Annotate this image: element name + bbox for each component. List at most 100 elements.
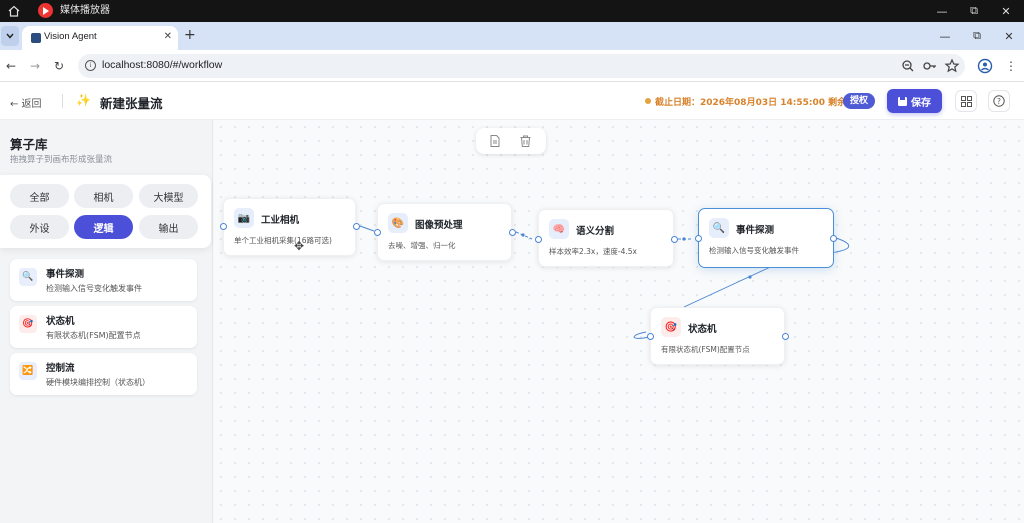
os-app-title: 媒体播放器 [60,5,110,16]
category-peripheral[interactable]: 外设 [10,215,69,239]
browser-restore-button[interactable]: ⧉ [962,28,992,44]
edge-camera-preprocess[interactable] [359,225,375,232]
browser-tab[interactable]: Vision Agent ✕ [22,26,178,50]
search-icon: 🔍 [19,268,37,286]
save-label: 保存 [911,97,931,109]
back-button[interactable]: ← 返回 [10,95,42,110]
deadline-dot-icon [645,98,651,104]
edge-event-fsm[interactable] [683,262,780,308]
site-info-icon[interactable]: i [85,60,96,71]
media-player-icon [38,3,53,18]
node-title: 事件探测 [736,225,775,236]
node-state-machine[interactable]: 🎯 状态机 有限状态机(FSM)配置节点 [647,307,789,365]
category-all[interactable]: 全部 [10,184,69,208]
search-icon: 🔍 [709,218,729,238]
operator-library: 算子库 拖拽算子到画布形成张量流 全部 相机 大模型 外设 逻辑 输出 🔍 事件… [0,120,213,523]
tab-title: Vision Agent [44,31,97,42]
operator-state-machine[interactable]: 🎯 状态机 有限状态机(FSM)配置节点 [10,306,197,348]
output-port[interactable] [671,236,678,243]
output-port[interactable] [830,235,837,242]
os-title-bar: 媒体播放器 — ⧉ ✕ [0,0,1024,22]
palette-icon: 🎨 [388,213,408,233]
url-text[interactable]: localhost:8080/#/workflow [102,59,222,71]
category-filter: 全部 相机 大模型 外设 逻辑 输出 [0,175,211,248]
camera-icon: 📷 [234,208,254,228]
operator-event-detect[interactable]: 🔍 事件探测 检测输入信号变化触发事件 [10,259,197,301]
password-key-icon[interactable] [922,58,938,74]
os-close-button[interactable]: ✕ [990,0,1022,22]
input-port[interactable] [535,236,542,243]
grid-icon [960,95,972,107]
input-port[interactable] [695,235,702,242]
help-button[interactable]: ? [988,90,1010,112]
target-icon: 🎯 [19,315,37,333]
close-icon[interactable]: ✕ [164,31,172,42]
deadline-label: 截止日期：2026年08月03日 14:55:00 剩余1天 [655,98,862,108]
back-arrow-icon[interactable]: ← [2,57,20,75]
home-icon[interactable] [7,4,21,18]
node-title: 状态机 [688,324,717,335]
tab-favicon-icon [31,33,41,43]
save-button[interactable]: 保存 [887,89,942,113]
output-port[interactable] [353,223,360,230]
operator-desc: 硬件模块编排控制（状态机） [46,378,150,387]
chevron-down-icon [6,33,14,39]
operator-desc: 检测输入信号变化触发事件 [46,284,142,293]
header-divider [62,94,63,108]
os-minimize-button[interactable]: — [926,0,958,22]
profile-icon[interactable] [976,57,994,75]
app-root: ← 返回 ✨ 新建张量流 截止日期：2026年08月03日 14:55:00 剩… [0,82,1024,523]
node-desc: 去噪、增强、归一化 [388,241,456,250]
target-icon: 🎯 [661,317,681,337]
save-icon [898,96,907,106]
reload-icon[interactable]: ↻ [50,57,68,75]
node-segmentation[interactable]: 🧠 语义分割 样本效率2.3x，速度-4.5x [535,209,678,267]
browser-minimize-button[interactable]: — [930,28,960,44]
category-camera[interactable]: 相机 [74,184,133,208]
input-port[interactable] [647,333,654,340]
library-title: 算子库 [10,137,48,152]
edge-dot [682,237,686,241]
input-port[interactable] [220,223,227,230]
node-title: 工业相机 [261,215,300,226]
grid-view-button[interactable] [955,90,977,112]
browser-menu-icon[interactable]: ⋮ [1002,57,1020,75]
help-icon: ? [993,95,1005,107]
tab-search-button[interactable] [1,26,19,46]
node-camera[interactable]: 📷 工业相机 单个工业相机采集(16路可选) ✥ [220,198,360,256]
operator-desc: 有限状态机(FSM)配置节点 [46,331,141,340]
deadline-text: 截止日期：2026年08月03日 14:55:00 剩余1天 [645,95,861,108]
page-title[interactable]: 新建张量流 [100,93,163,112]
node-title: 图像预处理 [415,220,463,231]
node-desc: 样本效率2.3x，速度-4.5x [549,247,637,256]
address-bar[interactable]: i localhost:8080/#/workflow [78,54,965,78]
browser-toolbar: ← → ↻ i localhost:8080/#/workflow ⋮ [0,50,1024,82]
category-llm[interactable]: 大模型 [139,184,198,208]
output-port[interactable] [509,229,516,236]
output-port[interactable] [782,333,789,340]
move-cursor-icon: ✥ [294,239,305,253]
bookmark-star-icon[interactable] [944,58,960,74]
edge-dot [748,275,752,279]
node-desc: 有限状态机(FSM)配置节点 [661,345,750,354]
operator-name: 状态机 [46,316,75,327]
node-desc: 检测输入信号变化触发事件 [709,246,799,255]
input-port[interactable] [374,229,381,236]
node-preprocess[interactable]: 🎨 图像预处理 去噪、增强、归一化 [374,203,516,261]
zoom-icon[interactable] [900,58,916,74]
os-restore-button[interactable]: ⧉ [958,0,990,22]
node-event-detect[interactable]: 🔍 事件探测 检测输入信号变化触发事件 [695,208,837,268]
operator-name: 控制流 [46,363,75,374]
operator-control-flow[interactable]: 🔀 控制流 硬件模块编排控制（状态机） [10,353,197,395]
browser-close-button[interactable]: ✕ [994,28,1024,44]
category-output[interactable]: 输出 [139,215,198,239]
browser-tabstrip: Vision Agent ✕ + — ⧉ ✕ [0,22,1024,50]
forward-arrow-icon[interactable]: → [26,57,44,75]
app-header: ← 返回 ✨ 新建张量流 截止日期：2026年08月03日 14:55:00 剩… [0,82,1024,120]
auth-badge[interactable]: 授权 [843,93,875,109]
category-logic[interactable]: 逻辑 [74,215,133,239]
node-title: 语义分割 [576,226,615,237]
workflow-canvas[interactable]: 📷 工业相机 单个工业相机采集(16路可选) ✥ 🎨 图像预处理 去噪、增强、归… [214,120,1024,523]
new-tab-button[interactable]: + [184,28,196,42]
edge-layer [359,225,850,339]
